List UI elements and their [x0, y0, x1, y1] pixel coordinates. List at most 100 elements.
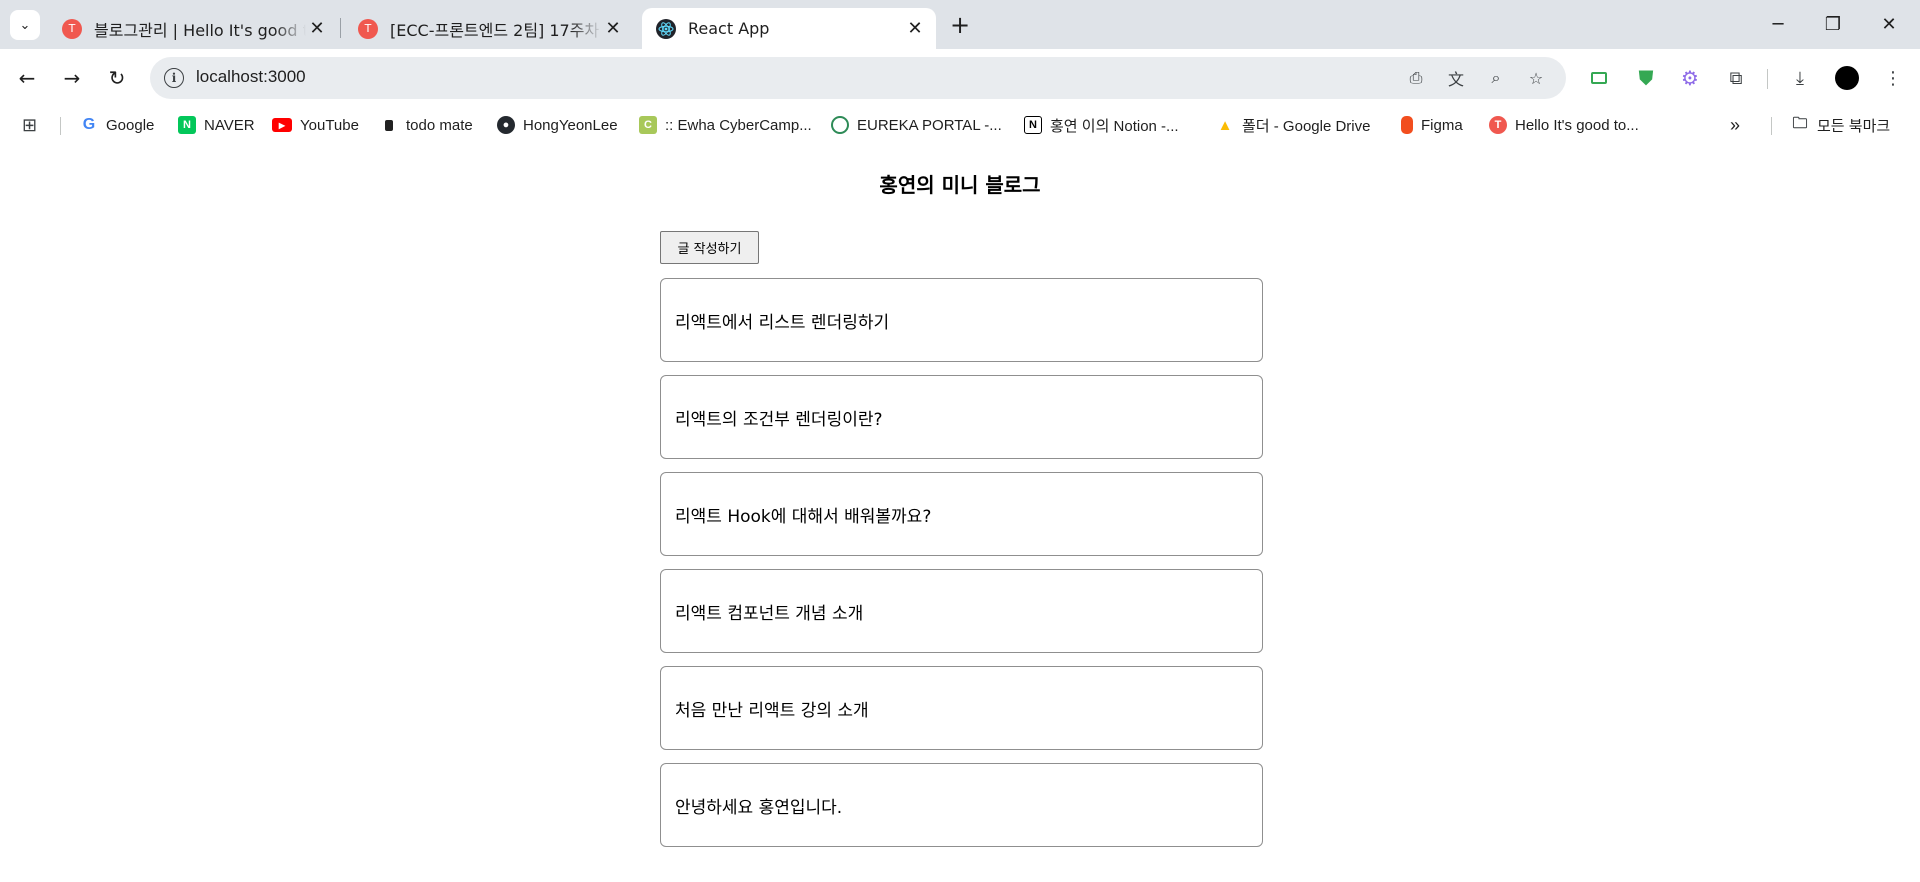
- bookmark-naver[interactable]: N NAVER: [178, 113, 255, 137]
- bookmark-label: YouTube: [300, 116, 359, 134]
- tab-ecc-frontend[interactable]: T [ECC-프론트엔드 2팀] 17주차 스 ✕: [344, 8, 634, 49]
- tab-title: React App: [688, 19, 770, 38]
- avatar-circle: [1835, 66, 1859, 90]
- bookmark-google[interactable]: G Google: [80, 113, 155, 137]
- write-post-button[interactable]: 글 작성하기: [660, 231, 759, 264]
- tistory-icon: T: [62, 18, 82, 39]
- todo-mate-icon: [380, 116, 398, 134]
- extensions-puzzle-icon[interactable]: ⧉: [1722, 64, 1750, 92]
- tab-title: [ECC-프론트엔드 2팀] 17주차 스: [390, 20, 602, 40]
- bookmark-label: todo mate: [406, 116, 473, 134]
- restore-button[interactable]: ❐: [1806, 4, 1860, 44]
- bookmark-eureka-portal[interactable]: EUREKA PORTAL -...: [831, 113, 1002, 137]
- bookmarks-bar: ⊞ G Google N NAVER ▶ YouTube todo mate ●…: [0, 109, 1920, 141]
- bookmark-label: HongYeonLee: [523, 116, 618, 134]
- back-button[interactable]: ←: [12, 63, 42, 93]
- tab-blog-admin[interactable]: T 블로그관리 | Hello It's good to ✕: [48, 8, 338, 49]
- post-item[interactable]: 리액트 컴포넌트 개념 소개: [660, 569, 1263, 653]
- close-icon[interactable]: ✕: [308, 18, 326, 39]
- post-item[interactable]: 리액트에서 리스트 렌더링하기: [660, 278, 1263, 362]
- bookmark-notion[interactable]: N 홍연 이의 Notion -...: [1024, 113, 1179, 137]
- bookmark-youtube[interactable]: ▶ YouTube: [272, 113, 359, 137]
- page-content: 홍연의 미니 블로그 글 작성하기 리액트에서 리스트 렌더링하기 리액트의 조…: [0, 141, 1920, 882]
- address-bar[interactable]: i localhost:3000 ⎙ 文 ⌕ ☆: [150, 57, 1566, 99]
- post-title: 처음 만난 리액트 강의 소개: [675, 700, 869, 721]
- menu-kebab-icon[interactable]: ⋮: [1879, 64, 1907, 92]
- bookmark-star-icon[interactable]: ☆: [1524, 67, 1548, 89]
- extension-green-shape: [1591, 72, 1607, 84]
- close-icon[interactable]: ✕: [906, 18, 924, 39]
- post-title: 리액트의 조건부 렌더링이란?: [675, 409, 883, 430]
- arrow-right-icon: →: [63, 66, 81, 90]
- tab-divider: [340, 18, 341, 38]
- profile-avatar[interactable]: [1833, 64, 1861, 92]
- folder-icon: 🗀: [1792, 114, 1808, 132]
- minimize-icon: ─: [1772, 13, 1784, 35]
- react-icon: [656, 18, 676, 39]
- bookmarks-divider: [1771, 117, 1772, 135]
- zoom-icon[interactable]: ⌕: [1484, 67, 1508, 89]
- bookmark-google-drive[interactable]: ▲ 폴더 - Google Drive: [1216, 113, 1371, 137]
- bookmarks-divider: [60, 117, 61, 135]
- bookmark-ewha-cybercampus[interactable]: C :: Ewha CyberCamp...: [639, 113, 812, 137]
- minimize-button[interactable]: ─: [1751, 4, 1805, 44]
- plus-icon: +: [949, 11, 971, 39]
- url-text[interactable]: localhost:3000: [196, 67, 306, 87]
- bookmarks-overflow-button[interactable]: »: [1730, 113, 1740, 137]
- forward-button[interactable]: →: [57, 63, 87, 93]
- bookmark-figma[interactable]: Figma: [1401, 113, 1463, 137]
- gear-shape: ⚙: [1681, 66, 1699, 90]
- post-title: 리액트 컴포넌트 개념 소개: [675, 603, 864, 624]
- bookmark-github[interactable]: ● HongYeonLee: [497, 113, 618, 137]
- bookmark-label: :: Ewha CyberCamp...: [665, 116, 812, 134]
- bookmark-todo-mate[interactable]: todo mate: [380, 113, 473, 137]
- shield-extension-icon[interactable]: ⛊: [1632, 64, 1660, 92]
- post-item[interactable]: 리액트 Hook에 대해서 배워볼까요?: [660, 472, 1263, 556]
- shield-shape: ⛊: [1638, 66, 1654, 90]
- tistory-icon: T: [358, 18, 378, 39]
- browser-toolbar: ← → ↻ i localhost:3000 ⎙ 文 ⌕ ☆ ⛊ ⚙ ⧉ ⤓ ⋮: [0, 49, 1920, 109]
- apps-grid-button[interactable]: ⊞: [22, 113, 37, 137]
- post-title: 리액트 Hook에 대해서 배워볼까요?: [675, 506, 932, 527]
- figma-icon: [1401, 116, 1413, 134]
- bookmark-hello-blog[interactable]: T Hello It's good to...: [1489, 113, 1639, 137]
- post-item[interactable]: 처음 만난 리액트 강의 소개: [660, 666, 1263, 750]
- reload-button[interactable]: ↻: [102, 63, 132, 93]
- install-app-icon[interactable]: ⎙: [1404, 67, 1428, 89]
- bookmark-label: Google: [106, 116, 155, 134]
- ewha-cybercampus-icon: C: [639, 116, 657, 134]
- all-bookmarks-button[interactable]: 🗀 모든 북마크: [1791, 113, 1890, 137]
- google-icon: G: [82, 116, 96, 133]
- all-bookmarks-label: 모든 북마크: [1817, 117, 1891, 135]
- bookmark-label: NAVER: [204, 116, 255, 134]
- github-icon: ●: [497, 116, 515, 134]
- page-title: 홍연의 미니 블로그: [879, 173, 1041, 197]
- tab-react-app[interactable]: React App ✕: [642, 8, 936, 49]
- tab-search-button[interactable]: ⌄: [10, 10, 40, 40]
- translate-icon[interactable]: 文: [1444, 67, 1468, 89]
- arrow-left-icon: ←: [18, 66, 36, 90]
- bookmark-label: Hello It's good to...: [1515, 116, 1639, 134]
- post-title: 안녕하세요 홍연입니다.: [675, 797, 843, 818]
- site-info-icon[interactable]: i: [164, 68, 184, 88]
- new-tab-button[interactable]: +: [946, 11, 974, 39]
- download-icon[interactable]: ⤓: [1786, 64, 1814, 92]
- tab-title: 블로그관리 | Hello It's good to: [94, 20, 306, 40]
- bookmark-label: Figma: [1421, 116, 1463, 134]
- reload-icon: ↻: [108, 66, 126, 90]
- naver-icon: N: [178, 116, 196, 134]
- post-item[interactable]: 리액트의 조건부 렌더링이란?: [660, 375, 1263, 459]
- extension-green-icon[interactable]: [1585, 64, 1613, 92]
- close-window-button[interactable]: ✕: [1862, 4, 1916, 44]
- eureka-icon: [831, 116, 849, 134]
- post-item[interactable]: 안녕하세요 홍연입니다.: [660, 763, 1263, 847]
- close-icon[interactable]: ✕: [604, 18, 622, 39]
- post-title: 리액트에서 리스트 렌더링하기: [675, 312, 890, 333]
- bookmark-label: 폴더 - Google Drive: [1242, 117, 1371, 135]
- youtube-icon: ▶: [272, 118, 292, 132]
- gear-extension-icon[interactable]: ⚙: [1676, 64, 1704, 92]
- tab-strip: ⌄ T 블로그관리 | Hello It's good to ✕ T [ECC-…: [0, 0, 1920, 49]
- double-chevron-right-icon: »: [1730, 114, 1741, 135]
- post-list: 리액트에서 리스트 렌더링하기 리액트의 조건부 렌더링이란? 리액트 Hook…: [660, 278, 1263, 860]
- bookmark-label: 홍연 이의 Notion -...: [1050, 117, 1179, 135]
